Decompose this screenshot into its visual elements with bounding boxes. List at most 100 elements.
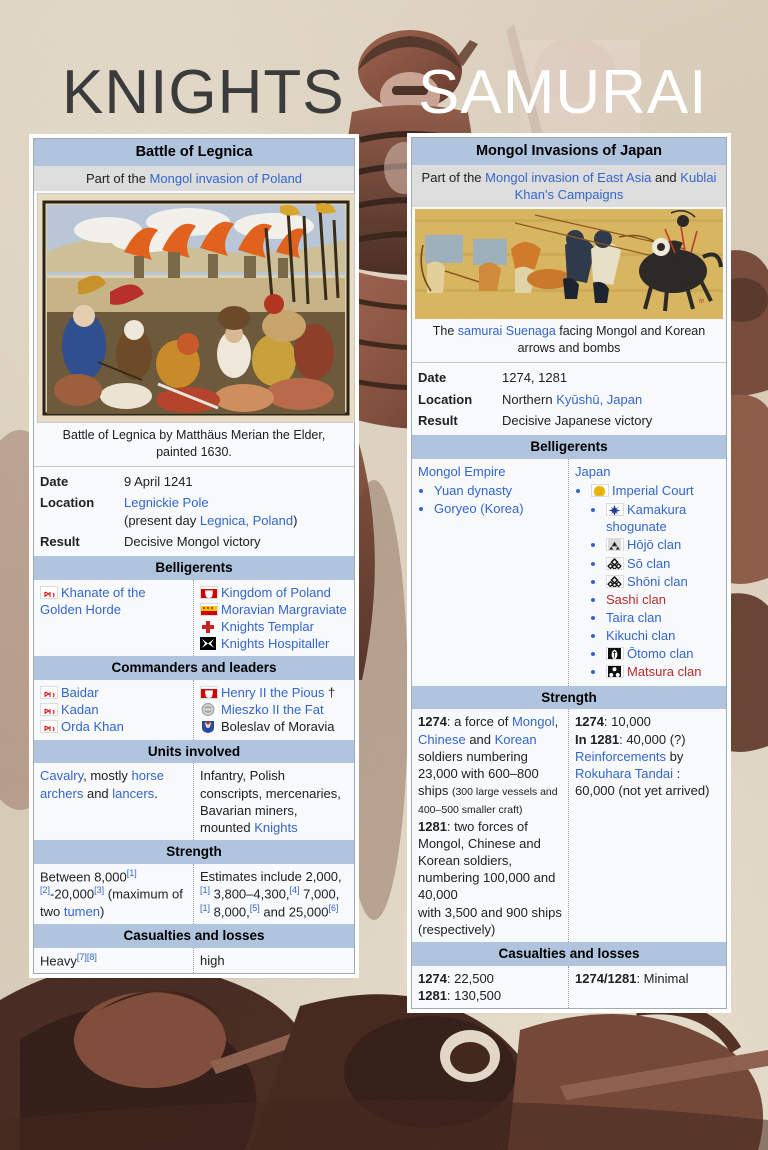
list-item: Hōjō clan (606, 536, 720, 553)
row-location-key: Location (40, 495, 95, 511)
imperial-chrysanthemum-seal-icon (591, 483, 609, 497)
link-kikuchi-clan[interactable]: Kikuchi clan (606, 628, 675, 643)
link-japan[interactable]: Japan (575, 464, 610, 479)
link-korean[interactable]: Korean (495, 732, 537, 747)
ref-3[interactable]: [3] (94, 885, 104, 895)
link-kyushu-japan[interactable]: Kyūshū, Japan (556, 392, 642, 407)
casualties-right-body: 1274: 22,500 1281: 130,500 1274/1281: Mi… (412, 965, 726, 1008)
link-baidar[interactable]: Baidar (61, 685, 99, 700)
casualties-japan-label: 1274/1281 (575, 970, 637, 986)
strength-left-body: Between 8,000[1][2]-20,000[3] (maximum o… (34, 863, 354, 924)
units-mongol-column: Cavalry, mostly horse archers and lancer… (34, 763, 194, 841)
strength-polish-text4: 8,000, (210, 903, 250, 919)
casualties-polish-column: high (200, 952, 225, 968)
casualties-1281-label: 1281 (418, 987, 447, 1003)
ref-7[interactable]: [7] (77, 952, 87, 962)
infobox-right-title: Mongol Invasions of Japan (412, 138, 726, 166)
link-legnica-poland[interactable]: Legnica, Poland (200, 513, 293, 528)
subtitle-prefix: Part of the (85, 171, 150, 187)
link-otomo-clan[interactable]: Ōtomo clan (627, 646, 693, 661)
row-result-right-value: Decisive Japanese victory (502, 412, 653, 428)
link-imperial-court[interactable]: Imperial Court (612, 483, 694, 498)
hojo-clan-mon-icon (606, 538, 624, 552)
link-mongol-invasion-of-poland[interactable]: Mongol invasion of Poland (150, 171, 303, 186)
list-item: Ōtomo clan (606, 645, 720, 662)
link-chinese[interactable]: Chinese (418, 732, 466, 747)
link-reinforcements[interactable]: Reinforcements (575, 749, 666, 764)
link-mieszko-ii-the-fat[interactable]: Mieszko II the Fat (221, 702, 324, 717)
ref-5[interactable]: [5] (250, 903, 260, 913)
link-matsura-clan[interactable]: Matsura clan (627, 664, 701, 679)
list-item: Yuan dynasty (434, 482, 562, 499)
link-goryeo-korea[interactable]: Goryeo (Korea) (434, 501, 524, 516)
link-knights-hospitaller[interactable]: Knights Hospitaller (221, 636, 329, 651)
battle-of-legnica-engraving (37, 193, 355, 424)
ref-1c[interactable]: [1] (200, 903, 210, 913)
link-legnickie-pole[interactable]: Legnickie Pole (124, 495, 209, 510)
strength-1274-text-a: : a force of (446, 714, 512, 730)
japan-list: Imperial Court Kamakura shogunate Hōjō c… (575, 482, 720, 681)
link-kingdom-of-poland[interactable]: Kingdom of Poland (221, 585, 331, 600)
ref-6[interactable]: [6] (328, 903, 338, 913)
commander-baidar: Baidar (40, 684, 187, 701)
infobox-mongol-invasions-of-japan: Mongol Invasions of Japan Part of the Mo… (411, 137, 727, 1009)
link-taira-clan[interactable]: Taira clan (606, 610, 662, 625)
caption-part1: The (432, 324, 458, 339)
casualties-japan-column: 1274/1281: Minimal (569, 966, 726, 1008)
golden-horde-flag-icon (40, 686, 58, 700)
link-samurai-suenaga[interactable]: samurai Suenaga (458, 324, 556, 338)
ref-8[interactable]: [8] (87, 952, 97, 962)
ref-4[interactable]: [4] (290, 885, 300, 895)
infobox-left-image-caption: Battle of Legnica by Matthäus Merian the… (34, 423, 354, 468)
row-date-right-value: 1274, 1281 (502, 370, 568, 386)
link-mongol-empire[interactable]: Mongol Empire (418, 464, 505, 479)
link-moravian-margraviate[interactable]: Moravian Margraviate (221, 602, 347, 617)
strength-mongol-japan-column: 1274: a force of Mongol, Chinese and Kor… (412, 709, 569, 942)
link-kadan[interactable]: Kadan (61, 702, 99, 717)
link-so-clan[interactable]: Sō clan (627, 556, 670, 571)
link-sashi-clan[interactable]: Sashi clan (606, 592, 666, 607)
shogunate-list: Kamakura shogunate Hōjō clan Sō clan (591, 501, 720, 681)
belligerent-knights-templar: Knights Templar (200, 618, 348, 635)
link-tumen[interactable]: tumen (64, 904, 100, 919)
row-location-right-key: Location (418, 391, 473, 407)
link-hojo-clan[interactable]: Hōjō clan (627, 537, 681, 552)
strength-polish-text: Estimates include 2,000, (200, 868, 342, 884)
row-date-key: Date (40, 474, 69, 490)
list-item: Matsura clan (606, 663, 720, 680)
link-henry-ii-the-pious[interactable]: Henry II the Pious (221, 685, 324, 700)
link-knights-templar[interactable]: Knights Templar (221, 619, 314, 634)
link-rokuhara-tandai[interactable]: Rokuhara Tandai (575, 766, 673, 781)
list-item: Taira clan (606, 609, 720, 626)
link-shoni-clan[interactable]: Shōni clan (627, 574, 688, 589)
belligerents-mongol-empire-column: Mongol Empire Yuan dynasty Goryeo (Korea… (412, 458, 569, 686)
list-item: Shōni clan (606, 573, 720, 590)
link-lancers[interactable]: lancers (112, 786, 154, 801)
link-orda-khan[interactable]: Orda Khan (61, 719, 124, 734)
strength-sep-a: , (554, 714, 559, 730)
golden-horde-flag-icon (40, 585, 58, 599)
link-yuan-dynasty[interactable]: Yuan dynasty (434, 483, 512, 498)
link-cavalry[interactable]: Cavalry (40, 768, 83, 783)
row-result-value: Decisive Mongol victory (124, 533, 261, 549)
row-date-right: Date 1274, 1281 (412, 367, 726, 388)
link-knights[interactable]: Knights (254, 820, 297, 835)
commanders-mongol-column: Baidar Kadan Orda Khan (34, 680, 194, 740)
killed-in-action-dagger: † (324, 685, 336, 701)
otomo-clan-mon-icon (606, 647, 624, 661)
commander-henry-ii-the-pious: Henry II the Pious † (200, 684, 348, 701)
ref-1b[interactable]: [1] (200, 885, 210, 895)
ref-1[interactable]: [1] (127, 868, 137, 878)
location-present-day-prefix: (present day (124, 512, 200, 528)
link-mongol-invasion-of-east-asia[interactable]: Mongol invasion of East Asia (485, 170, 651, 185)
strength-polish-text5: and 25,000 (259, 903, 329, 919)
section-commanders-left: Commanders and leaders (34, 656, 354, 681)
ref-2[interactable]: [2] (40, 885, 50, 895)
strength-mongol-text: Between 8,000 (40, 869, 127, 885)
golden-horde-flag-icon (40, 703, 58, 717)
link-mongol[interactable]: Mongol (512, 714, 555, 729)
kamakura-shogunate-mon-icon (606, 503, 624, 517)
casualties-mongol-japan-column: 1274: 22,500 1281: 130,500 (412, 965, 569, 1008)
strength-japan-1274-label: 1274 (575, 714, 604, 730)
section-casualties-left: Casualties and losses (34, 924, 354, 948)
